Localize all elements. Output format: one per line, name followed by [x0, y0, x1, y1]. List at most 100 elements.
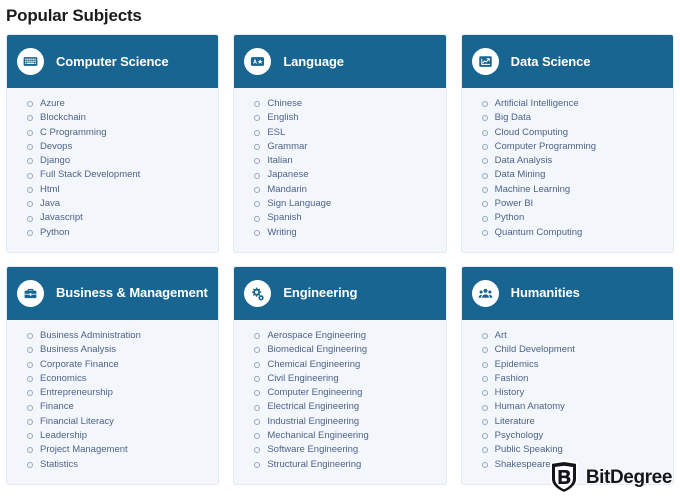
subject-list-item[interactable]: Html	[7, 183, 218, 197]
subject-link[interactable]: Full Stack Development	[40, 168, 140, 182]
subject-list-item[interactable]: Java	[7, 197, 218, 211]
subject-list-item[interactable]: ESL	[234, 126, 445, 140]
subject-list-item[interactable]: Japanese	[234, 168, 445, 182]
subject-list-item[interactable]: Chemical Engineering	[234, 358, 445, 372]
subject-link[interactable]: Spanish	[267, 211, 301, 225]
subject-link[interactable]: Economics	[40, 372, 86, 386]
subject-list-item[interactable]: Civil Engineering	[234, 372, 445, 386]
subject-link[interactable]: Devops	[40, 140, 72, 154]
subject-link[interactable]: Mechanical Engineering	[267, 429, 368, 443]
subject-link[interactable]: Business Administration	[40, 329, 141, 343]
subject-link[interactable]: ESL	[267, 126, 285, 140]
subject-link[interactable]: Mandarin	[267, 183, 307, 197]
subject-link[interactable]: C Programming	[40, 126, 107, 140]
subject-list-item[interactable]: Sign Language	[234, 197, 445, 211]
subject-list-item[interactable]: Computer Programming	[462, 140, 673, 154]
subject-list-item[interactable]: Biomedical Engineering	[234, 343, 445, 357]
subject-list-item[interactable]: Public Speaking	[462, 443, 673, 457]
subject-list-item[interactable]: Business Administration	[7, 329, 218, 343]
subject-link[interactable]: Data Analysis	[495, 154, 553, 168]
subject-link[interactable]: Japanese	[267, 168, 308, 182]
subject-link[interactable]: Writing	[267, 226, 296, 240]
subject-link[interactable]: Javascript	[40, 211, 83, 225]
subject-list-item[interactable]: Data Mining	[462, 168, 673, 182]
subject-link[interactable]: Quantum Computing	[495, 226, 583, 240]
subject-list-item[interactable]: Fashion	[462, 372, 673, 386]
subject-link[interactable]: Biomedical Engineering	[267, 343, 367, 357]
subject-list-item[interactable]: Business Analysis	[7, 343, 218, 357]
subject-list-item[interactable]: Corporate Finance	[7, 358, 218, 372]
subject-list-item[interactable]: Devops	[7, 140, 218, 154]
subject-list-item[interactable]: C Programming	[7, 126, 218, 140]
subject-link[interactable]: Artificial Intelligence	[495, 97, 579, 111]
subject-list-item[interactable]: Leadership	[7, 429, 218, 443]
subject-link[interactable]: Entrepreneurship	[40, 386, 113, 400]
subject-card-header[interactable]: Language	[234, 35, 446, 88]
subject-list-item[interactable]: Python	[7, 226, 218, 240]
subject-list-item[interactable]: Computer Engineering	[234, 386, 445, 400]
subject-link[interactable]: Project Management	[40, 443, 128, 457]
subject-list-item[interactable]: Mechanical Engineering	[234, 429, 445, 443]
subject-card[interactable]: Engineering Aerospace Engineering Biomedic…	[233, 265, 447, 485]
subject-list-item[interactable]: Grammar	[234, 140, 445, 154]
subject-list-item[interactable]: Blockchain	[7, 111, 218, 125]
subject-link[interactable]: Psychology	[495, 429, 544, 443]
subject-link[interactable]: Shakespeare	[495, 458, 551, 472]
subject-link[interactable]: Statistics	[40, 458, 78, 472]
subject-link[interactable]: Epidemics	[495, 358, 539, 372]
subject-list-item[interactable]: Python	[462, 211, 673, 225]
subject-card-header[interactable]: Humanities	[461, 266, 673, 320]
subject-link[interactable]: Aerospace Engineering	[267, 329, 366, 343]
subject-list-item[interactable]: Javascript	[7, 211, 218, 225]
subject-link[interactable]: Power BI	[495, 197, 534, 211]
subject-link[interactable]: Java	[40, 197, 60, 211]
subject-link[interactable]: Python	[495, 211, 525, 225]
subject-card[interactable]: Data Science Artificial Intelligence Big D…	[460, 34, 674, 253]
subject-card[interactable]: Business & Management Business Administra…	[6, 265, 220, 485]
subject-link[interactable]: Computer Engineering	[267, 386, 362, 400]
subject-list-item[interactable]: Project Management	[7, 443, 218, 457]
subject-list-item[interactable]: Psychology	[462, 429, 673, 443]
subject-link[interactable]: Chemical Engineering	[267, 358, 360, 372]
subject-list-item[interactable]: Writing	[234, 226, 445, 240]
subject-link[interactable]: Literature	[495, 415, 535, 429]
subject-list-item[interactable]: Epidemics	[462, 358, 673, 372]
subject-link[interactable]: Financial Literacy	[40, 415, 114, 429]
subject-link[interactable]: Grammar	[267, 140, 307, 154]
subject-list-item[interactable]: Azure	[7, 97, 218, 111]
subject-link[interactable]: Sign Language	[267, 197, 331, 211]
subject-link[interactable]: Structural Engineering	[267, 458, 361, 472]
subject-link[interactable]: Finance	[40, 400, 74, 414]
subject-link[interactable]: Data Mining	[495, 168, 546, 182]
subject-list-item[interactable]: Statistics	[7, 458, 218, 472]
subject-link[interactable]: Python	[40, 226, 70, 240]
subject-card[interactable]: Language Chinese English ESL Grammar Italian J…	[233, 34, 447, 253]
subject-link[interactable]: History	[495, 386, 525, 400]
subject-list-item[interactable]: Full Stack Development	[7, 168, 218, 182]
subject-list-item[interactable]: Cloud Computing	[462, 126, 673, 140]
subject-link[interactable]: Chinese	[267, 97, 302, 111]
subject-list-item[interactable]: Human Anatomy	[462, 400, 673, 414]
subject-link[interactable]: Child Development	[495, 343, 575, 357]
subject-list-item[interactable]: Art	[462, 329, 673, 343]
subject-list-item[interactable]: Django	[7, 154, 218, 168]
subject-link[interactable]: Civil Engineering	[267, 372, 338, 386]
subject-link[interactable]: Public Speaking	[495, 443, 563, 457]
subject-link[interactable]: Human Anatomy	[495, 400, 565, 414]
subject-link[interactable]: Computer Programming	[495, 140, 596, 154]
subject-card[interactable]: Humanities Art Child Development Epidemics F…	[460, 265, 674, 485]
subject-list-item[interactable]: Software Engineering	[234, 443, 445, 457]
subject-list-item[interactable]: Industrial Engineering	[234, 415, 445, 429]
subject-card[interactable]: Computer Science Azure Blockchain C Program…	[6, 34, 220, 253]
subject-list-item[interactable]: Chinese	[234, 97, 445, 111]
subject-link[interactable]: Blockchain	[40, 111, 86, 125]
subject-list-item[interactable]: Economics	[7, 372, 218, 386]
subject-link[interactable]: Machine Learning	[495, 183, 571, 197]
subject-list-item[interactable]: Finance	[7, 400, 218, 414]
subject-link[interactable]: Industrial Engineering	[267, 415, 359, 429]
subject-link[interactable]: Django	[40, 154, 70, 168]
subject-list-item[interactable]: Mandarin	[234, 183, 445, 197]
subject-list-item[interactable]: Big Data	[462, 111, 673, 125]
subject-link[interactable]: Fashion	[495, 372, 529, 386]
subject-card-header[interactable]: Data Science	[461, 35, 673, 88]
